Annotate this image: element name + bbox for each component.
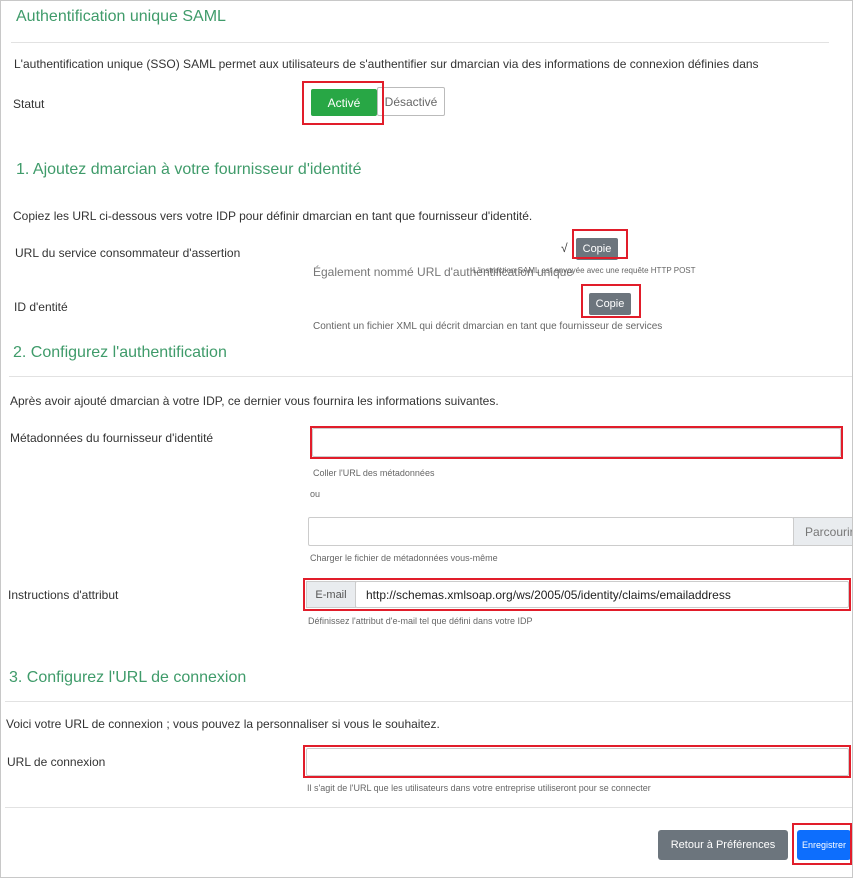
entity-id-label: ID d'entité [14, 300, 68, 314]
highlight-box [310, 426, 843, 459]
login-help: Il s'agit de l'URL que les utilisateurs … [307, 783, 651, 793]
upload-help: Charger le fichier de métadonnées vous-m… [310, 553, 498, 563]
saml-settings-panel: Authentification unique SAML L'authentif… [0, 0, 853, 878]
highlight-box [303, 745, 851, 778]
page-title: Authentification unique SAML [16, 8, 226, 25]
section1-desc: Copiez les URL ci-dessous vers votre IDP… [13, 209, 533, 223]
or-text: ou [310, 489, 321, 499]
entity-help: Contient un fichier XML qui décrit dmarc… [313, 321, 663, 332]
highlight-box [302, 81, 384, 125]
section2-desc: Après avoir ajouté dmarcian à votre IDP,… [10, 394, 499, 408]
highlight-box [303, 578, 851, 611]
status-off-button[interactable]: Désactivé [377, 87, 445, 116]
metadata-file-input[interactable] [308, 517, 794, 546]
browse-button[interactable]: Parcourir [793, 517, 852, 546]
section3-heading: 3. Configurez l'URL de connexion [9, 669, 247, 686]
highlight-box [581, 284, 641, 318]
highlight-box [792, 823, 852, 865]
section3-desc: Voici votre URL de connexion ; vous pouv… [6, 717, 440, 731]
acs-url-label: URL du service consommateur d'assertion [15, 246, 241, 260]
acs-help-b: L'instruction SAML est envoyée avec une … [473, 266, 696, 275]
divider [5, 807, 852, 808]
login-url-label: URL de connexion [7, 755, 106, 769]
metadata-label: Métadonnées du fournisseur d'identité [10, 431, 214, 445]
divider [5, 701, 852, 702]
metadata-help: Coller l'URL des métadonnées [313, 468, 435, 478]
acs-url-value: √ [561, 241, 568, 255]
intro-text: L'authentification unique (SSO) SAML per… [14, 57, 759, 71]
highlight-box [572, 229, 628, 259]
status-label: Statut [13, 97, 45, 111]
back-to-preferences-button[interactable]: Retour à Préférences [658, 830, 788, 860]
attr-help: Définissez l'attribut d'e-mail tel que d… [308, 616, 533, 626]
attr-label: Instructions d'attribut [8, 588, 119, 602]
section1-heading: 1. Ajoutez dmarcian à votre fournisseur … [16, 161, 362, 178]
divider [11, 42, 829, 43]
section2-heading: 2. Configurez l'authentification [13, 344, 227, 361]
divider [9, 376, 852, 377]
